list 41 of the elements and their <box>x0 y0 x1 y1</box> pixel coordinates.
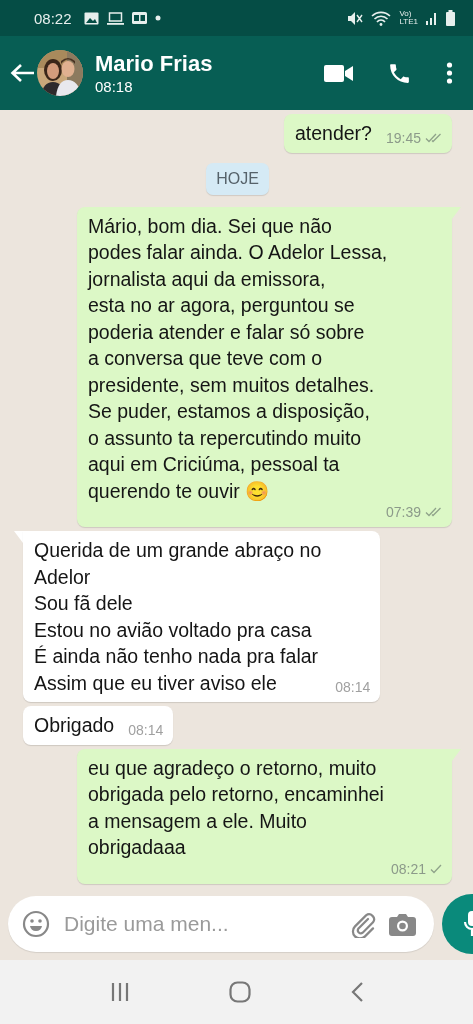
sent-message-bubble[interactable] <box>77 206 452 527</box>
message-field[interactable]: Digite uma men... <box>8 896 434 952</box>
clock: 08:22 <box>34 9 72 27</box>
gallery-icon <box>83 11 99 25</box>
video-call-icon[interactable] <box>324 63 353 83</box>
received-message-bubble[interactable]: Obrigado 08:14 <box>23 706 174 745</box>
bubble-tail <box>14 531 23 545</box>
signal-icon <box>426 11 438 25</box>
mute-icon <box>347 10 364 26</box>
smiley-icon[interactable] <box>22 910 50 938</box>
last-seen-time: 08:18 <box>95 76 134 97</box>
message-time: 08:21 <box>390 860 426 877</box>
sent-message-bubble[interactable]: atender? 19:45 <box>283 114 452 153</box>
back-arrow-icon[interactable] <box>10 63 35 83</box>
message-text: Mário, bom dia. Sei que não podes falar ainda. O Adelor Lessa, jornalista aqui da emissora, esta no ar agora, perguntou se poderia atender e falar só sobre a conversa que teve com o presidente, sem muitos detalhes. Se puder, estamos a disposição, o assunto ta repercutindo muito aqui em Criciúma, pessoal ta querendo te ouvir 😊 <box>88 213 388 504</box>
menu-icon[interactable] <box>446 62 453 84</box>
message-time: 07:39 <box>385 504 421 520</box>
message-text: Querida de um grande abraço no Adelor Sou fã dele Estou no avião voltado pra casa É ainda não tenho nada pra falar Assim que eu tiver aviso ele <box>34 538 322 696</box>
laptop-icon <box>106 11 124 25</box>
camera-icon[interactable] <box>389 912 416 936</box>
wifi-icon <box>371 10 392 26</box>
back-icon[interactable] <box>349 981 364 1003</box>
message-time: 19:45 <box>385 129 421 146</box>
network-label: LTE1 <box>399 18 418 26</box>
home-icon[interactable] <box>228 981 251 1003</box>
dot-icon <box>154 15 161 21</box>
battery-icon <box>446 10 455 26</box>
card-icon <box>131 12 147 24</box>
date-chip: HOJE <box>206 162 269 195</box>
sent-message-bubble[interactable]: eu que agradeço o retorno, muito obrigada pelo retorno, encaminhei a mensagem a ele. Muito obrigadaaa 08:21 <box>77 748 452 884</box>
received-message-bubble[interactable]: Querida de um grande abraço no Adelor Sou fã dele Estou no avião voltado pra casa É ainda não tenho nada pra falar Assim que eu tiver aviso ele 08:14 <box>23 531 381 702</box>
recent-apps-icon[interactable] <box>109 982 130 1002</box>
message-text: atender? <box>294 121 372 146</box>
message-time: 08:14 <box>335 679 371 695</box>
message-time: 08:14 <box>128 721 164 738</box>
network-label: Vo) <box>399 10 412 18</box>
message-text: Obrigado <box>34 713 115 738</box>
message-text: eu que agradeço o retorno, muito obrigada pelo retorno, encaminhei a mensagem a ele. Muito obrigadaaa <box>88 755 384 860</box>
contact-name: Mario Frias <box>95 49 214 77</box>
paperclip-icon[interactable] <box>349 910 377 938</box>
message-input[interactable]: Digite uma men... <box>62 911 337 937</box>
